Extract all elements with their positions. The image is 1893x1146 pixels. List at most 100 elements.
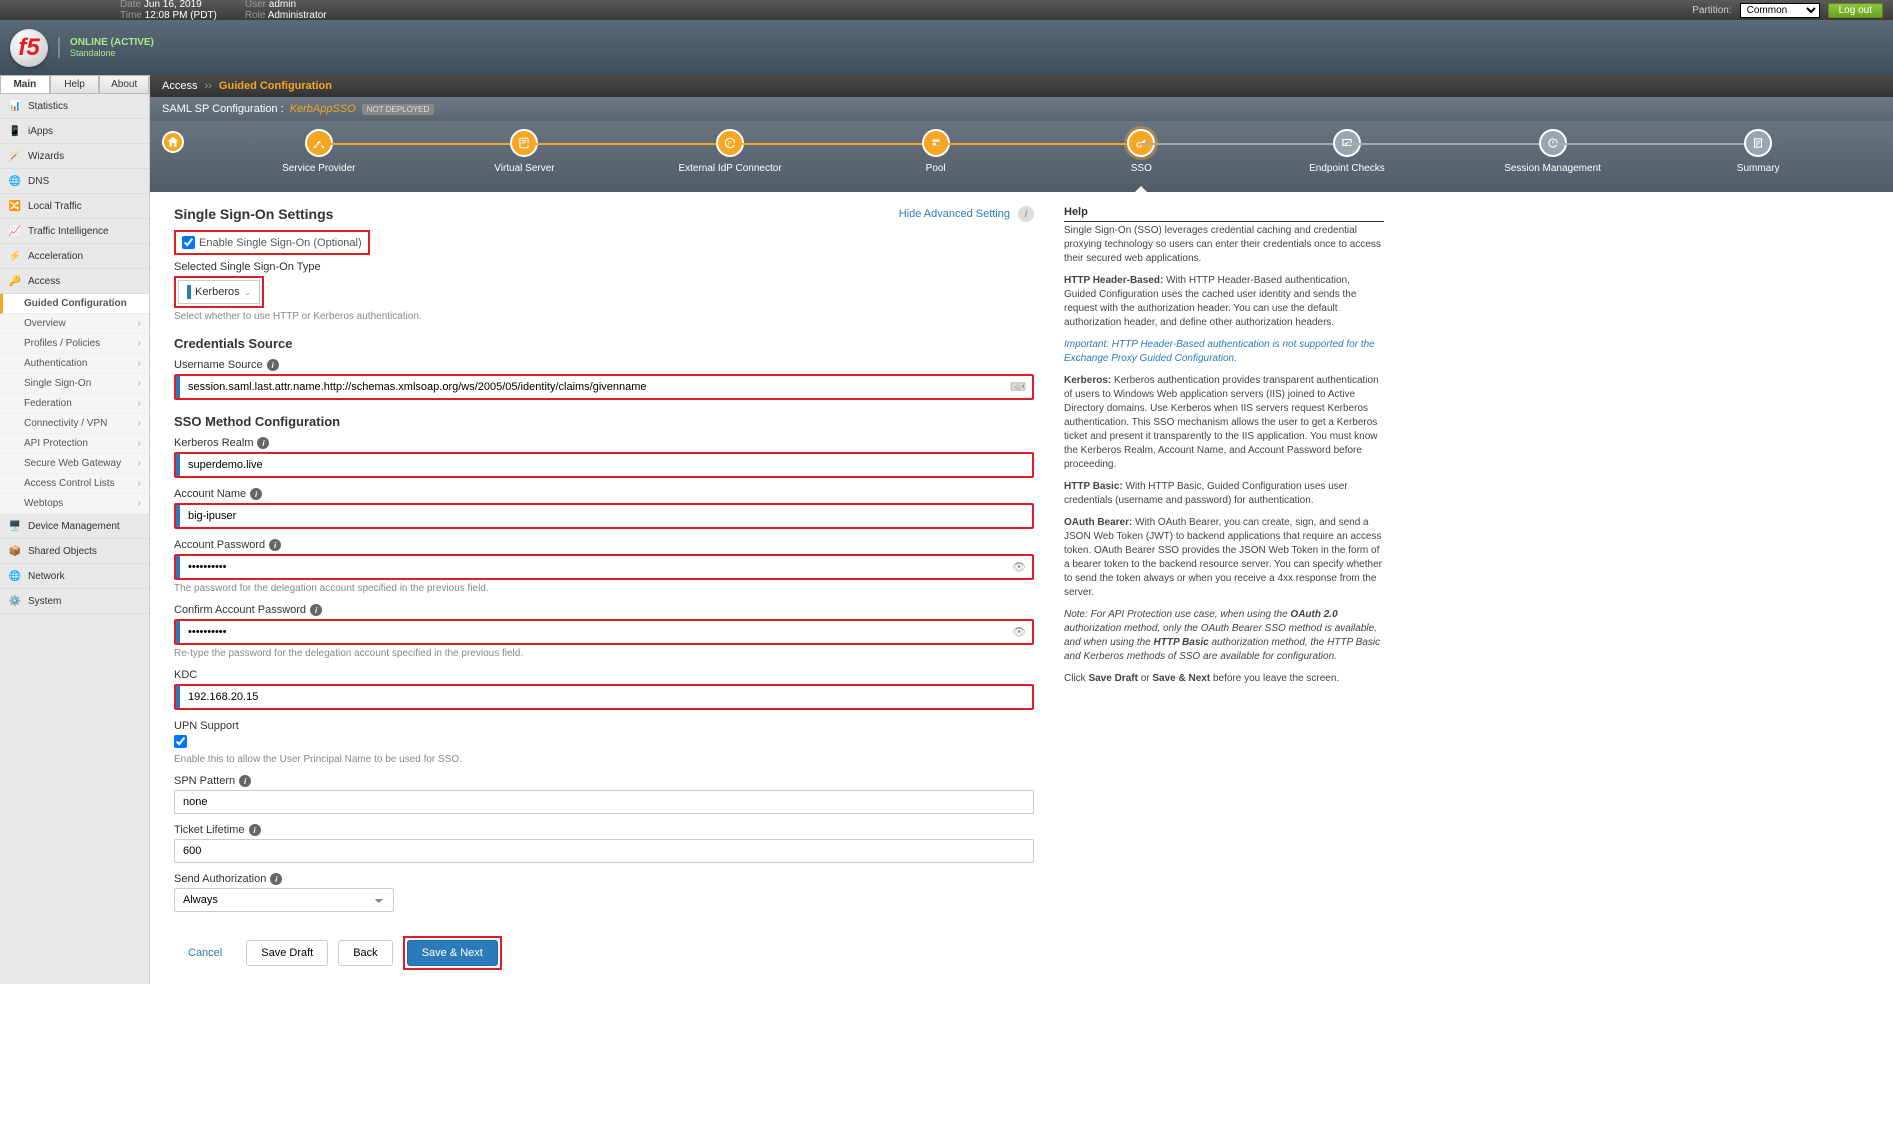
info-icon[interactable]: i <box>250 488 262 500</box>
save-draft-button[interactable]: Save Draft <box>246 940 328 966</box>
send-auth-select[interactable]: Always <box>174 888 394 912</box>
partition-select[interactable]: Common <box>1740 3 1820 18</box>
step-session[interactable]: Session Management <box>1450 129 1656 174</box>
nav-traffic-intel[interactable]: 📈Traffic Intelligence <box>0 219 149 244</box>
info-icon[interactable]: i <box>269 539 281 551</box>
chevron-right-icon: › <box>138 418 141 429</box>
user-label: User <box>245 0 266 10</box>
subnav-overview[interactable]: Overview› <box>0 314 149 334</box>
breadcrumb-root[interactable]: Access <box>162 80 197 92</box>
eye-icon[interactable]: 👁 <box>1012 626 1026 639</box>
upn-support-label: UPN Support <box>174 720 239 732</box>
chevron-right-icon: › <box>138 358 141 369</box>
help-note: Note: For API Protection use case, when … <box>1064 608 1384 664</box>
logout-button[interactable]: Log out <box>1828 3 1883 18</box>
subnav-webtops[interactable]: Webtops› <box>0 494 149 514</box>
subnav-sso[interactable]: Single Sign-On› <box>0 374 149 394</box>
username-source-label: Username Source <box>174 359 263 371</box>
step-external-idp[interactable]: PExternal IdP Connector <box>627 129 833 174</box>
nav-local-traffic[interactable]: 🔀Local Traffic <box>0 194 149 219</box>
subnav-api-protection[interactable]: API Protection› <box>0 434 149 454</box>
username-source-input[interactable] <box>174 374 1034 400</box>
help-panel: Help Single Sign-On (SSO) leverages cred… <box>1064 206 1384 970</box>
info-icon[interactable]: i <box>267 359 279 371</box>
sso-type-value: Kerberos <box>195 286 240 298</box>
ticket-lifetime-label: Ticket Lifetime <box>174 824 245 836</box>
blue-tab-icon <box>176 505 180 527</box>
config-header: SAML SP Configuration : KerbAppSSO NOT D… <box>150 97 1893 121</box>
nav-statistics[interactable]: 📊Statistics <box>0 94 149 119</box>
nav-wizards[interactable]: 🪄Wizards <box>0 144 149 169</box>
spn-pattern-input[interactable] <box>174 790 1034 814</box>
nav-iapps[interactable]: 📱iApps <box>0 119 149 144</box>
nav-shared-objects[interactable]: 📦Shared Objects <box>0 539 149 564</box>
sso-type-dropdown[interactable]: Kerberos ⌄ <box>178 280 260 304</box>
access-subnav: Guided Configuration Overview› Profiles … <box>0 294 149 514</box>
stepper: Service Provider Virtual Server PExterna… <box>150 121 1893 192</box>
nav-system[interactable]: ⚙️System <box>0 589 149 614</box>
account-password-input[interactable] <box>174 554 1034 580</box>
partition-label: Partition: <box>1692 5 1731 16</box>
nav-device-mgmt[interactable]: 🖥️Device Management <box>0 514 149 539</box>
ticket-lifetime-input[interactable] <box>174 839 1034 863</box>
subnav-swg[interactable]: Secure Web Gateway› <box>0 454 149 474</box>
hide-advanced-link[interactable]: Hide Advanced Setting <box>899 208 1010 220</box>
info-icon[interactable]: i <box>1018 206 1034 222</box>
status-block: ONLINE (ACTIVE) Standalone <box>58 37 154 58</box>
subnav-guided-config[interactable]: Guided Configuration <box>0 294 149 314</box>
key-icon: 🔑 <box>8 274 22 288</box>
nav-network[interactable]: 🌐Network <box>0 564 149 589</box>
tab-help[interactable]: Help <box>50 75 100 94</box>
tab-main[interactable]: Main <box>0 75 50 94</box>
save-next-button[interactable]: Save & Next <box>407 940 498 966</box>
enable-sso-checkbox[interactable] <box>182 236 195 249</box>
account-password-label: Account Password <box>174 539 265 551</box>
subnav-authentication[interactable]: Authentication› <box>0 354 149 374</box>
send-auth-label: Send Authorization <box>174 873 266 885</box>
info-icon[interactable]: i <box>310 604 322 616</box>
chevron-right-icon: › <box>138 478 141 489</box>
sidebar: Main Help About 📊Statistics 📱iApps 🪄Wiza… <box>0 75 150 984</box>
step-home-button[interactable] <box>162 131 184 153</box>
keyboard-icon[interactable]: ⌨ <box>1010 381 1026 394</box>
chevron-right-icon: › <box>138 498 141 509</box>
date-label: Date <box>120 0 141 10</box>
save-next-highlight: Save & Next <box>403 936 502 970</box>
kerberos-realm-input[interactable] <box>174 452 1034 478</box>
help-p6: OAuth Bearer: With OAuth Bearer, you can… <box>1064 516 1384 600</box>
step-sso[interactable]: SSO <box>1039 129 1245 174</box>
nav-access[interactable]: 🔑Access <box>0 269 149 294</box>
subnav-profiles[interactable]: Profiles / Policies› <box>0 334 149 354</box>
step-virtual-server[interactable]: Virtual Server <box>422 129 628 174</box>
nav-acceleration[interactable]: ⚡Acceleration <box>0 244 149 269</box>
subnav-connectivity[interactable]: Connectivity / VPN› <box>0 414 149 434</box>
back-button[interactable]: Back <box>338 940 392 966</box>
status-online: ONLINE (ACTIVE) <box>70 37 154 48</box>
confirm-password-input[interactable] <box>174 619 1034 645</box>
info-icon[interactable]: i <box>257 437 269 449</box>
nav-dns[interactable]: 🌐DNS <box>0 169 149 194</box>
tab-about[interactable]: About <box>99 75 149 94</box>
step-service-provider[interactable]: Service Provider <box>216 129 422 174</box>
chevron-right-icon: › <box>138 458 141 469</box>
step-summary[interactable]: Summary <box>1655 129 1861 174</box>
chevron-right-icon: › <box>138 378 141 389</box>
info-icon[interactable]: i <box>270 873 282 885</box>
step-pool[interactable]: Pool <box>833 129 1039 174</box>
upn-support-checkbox[interactable] <box>174 735 187 748</box>
info-icon[interactable]: i <box>239 775 251 787</box>
eye-icon[interactable]: 👁 <box>1012 561 1026 574</box>
kdc-input[interactable] <box>174 684 1034 710</box>
subnav-acl[interactable]: Access Control Lists› <box>0 474 149 494</box>
enable-sso-row[interactable]: Enable Single Sign-On (Optional) <box>182 236 362 249</box>
role-value: Administrator <box>268 10 327 21</box>
sso-method-title: SSO Method Configuration <box>174 414 1034 429</box>
step-endpoint[interactable]: Endpoint Checks <box>1244 129 1450 174</box>
account-name-input[interactable] <box>174 503 1034 529</box>
chevron-right-icon: › <box>138 318 141 329</box>
subnav-federation[interactable]: Federation› <box>0 394 149 414</box>
info-icon[interactable]: i <box>249 824 261 836</box>
help-final: Click Save Draft or Save & Next before y… <box>1064 672 1384 686</box>
cancel-button[interactable]: Cancel <box>174 941 236 965</box>
sso-type-label: Selected Single Sign-On Type <box>174 261 321 273</box>
